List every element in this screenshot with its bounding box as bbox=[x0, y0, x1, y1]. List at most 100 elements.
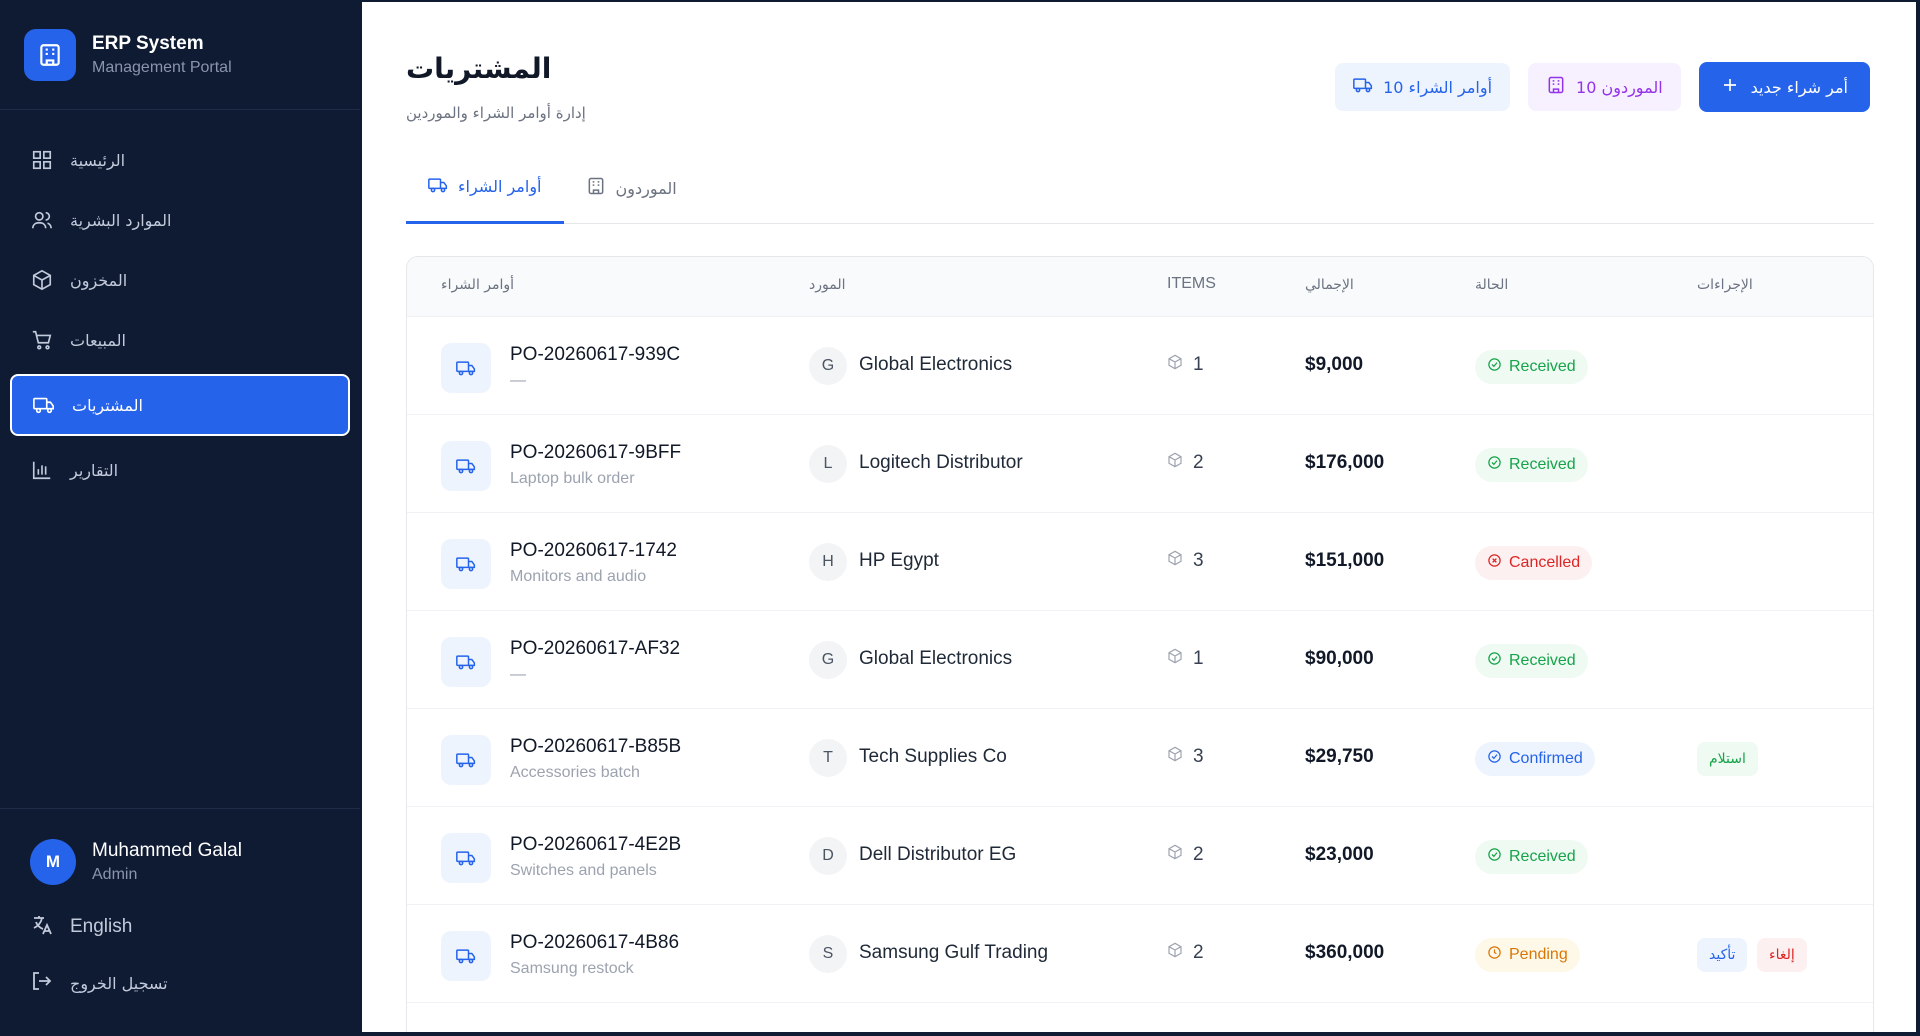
confirm-action-button[interactable]: تأكيد bbox=[1697, 938, 1748, 972]
column-header-status: الحالة bbox=[1475, 277, 1509, 293]
check-circle-icon bbox=[1487, 651, 1502, 671]
tab-label: أوامر الشراء bbox=[458, 177, 542, 196]
sidebar-item-reports[interactable]: التقارير bbox=[0, 440, 360, 500]
language-toggle[interactable]: English bbox=[0, 899, 360, 955]
plus-icon bbox=[1721, 76, 1739, 98]
status-label: Received bbox=[1509, 358, 1576, 375]
sidebar-nav: الرئيسية الموارد البشرية المخزون المبيعا… bbox=[0, 110, 360, 500]
language-label: English bbox=[70, 916, 133, 937]
po-number: PO-20260617-4E2B bbox=[510, 834, 682, 855]
items-count: 2 bbox=[1167, 452, 1204, 474]
supplier-avatar: G bbox=[809, 641, 847, 679]
items-value: 2 bbox=[1193, 844, 1204, 865]
sidebar-item-hr[interactable]: الموارد البشرية bbox=[0, 190, 360, 250]
status-badge: Received bbox=[1475, 644, 1588, 678]
po-number: PO-20260617-939C bbox=[510, 344, 681, 365]
po-count-label: أوامر الشراء 10 bbox=[1383, 77, 1493, 97]
sidebar-item-label: المشتريات bbox=[72, 395, 143, 415]
table-row[interactable]: PO-20260617-4B86 Samsung restock S Samsung … bbox=[407, 905, 1873, 1003]
po-number: PO-20260617-AF32 bbox=[510, 638, 681, 659]
status-badge: Cancelled bbox=[1475, 546, 1593, 580]
po-number: PO-20260617-4B86 bbox=[510, 932, 680, 953]
table-row[interactable]: PO-20260617-4E2B Switches and panels D Dell… bbox=[407, 807, 1873, 905]
items-value: 1 bbox=[1193, 648, 1204, 669]
supplier-avatar: L bbox=[809, 445, 847, 483]
items-count: 2 bbox=[1167, 844, 1204, 866]
page-title: المشتريات bbox=[406, 52, 552, 85]
sidebar-item-purchases[interactable]: المشتريات bbox=[10, 374, 350, 436]
sidebar-item-sales[interactable]: المبيعات bbox=[0, 310, 360, 370]
po-description: Switches and panels bbox=[510, 862, 657, 879]
column-header-supplier: المورد bbox=[809, 277, 846, 293]
status-label: Received bbox=[1509, 848, 1576, 865]
sidebar-item-label: الموارد البشرية bbox=[70, 210, 172, 230]
sidebar-item-inventory[interactable]: المخزون bbox=[0, 250, 360, 310]
new-purchase-order-button[interactable]: أمر شراء جديد bbox=[1698, 62, 1870, 112]
items-value: 1 bbox=[1193, 354, 1204, 375]
table-row[interactable]: PO-20260617-1742 Monitors and audio H HP Eg… bbox=[407, 513, 1873, 611]
cancel-action-button[interactable]: إلغاء bbox=[1757, 938, 1807, 972]
main-content: المشتريات إدارة أوامر الشراء والموردين أ… bbox=[362, 2, 1916, 1032]
truck-icon bbox=[32, 393, 56, 417]
table-header: أوامر الشراء المورد ITEMS الإجمالي الحال… bbox=[407, 257, 1873, 317]
check-circle-icon bbox=[1487, 847, 1502, 867]
items-value: 2 bbox=[1193, 452, 1204, 473]
order-total: $9,000 bbox=[1305, 354, 1364, 375]
receive-action-button[interactable]: استلام bbox=[1697, 742, 1758, 776]
brand-subtitle: Management Portal bbox=[92, 58, 232, 76]
tab-purchase-orders[interactable]: أوامر الشراء bbox=[406, 152, 564, 224]
po-description: Accessories batch bbox=[510, 764, 640, 781]
truck-icon bbox=[441, 931, 491, 981]
supplier-avatar: T bbox=[809, 739, 847, 777]
supplier-avatar: S bbox=[809, 935, 847, 973]
table-row[interactable]: PO-20260617-B85B Accessories batch T Tech S… bbox=[407, 709, 1873, 807]
order-total: $90,000 bbox=[1305, 648, 1374, 669]
supplier-name: HP Egypt bbox=[859, 550, 939, 571]
truck-icon bbox=[1353, 75, 1373, 99]
items-value: 3 bbox=[1193, 746, 1204, 767]
supplier-name: Global Electronics bbox=[859, 354, 1013, 375]
po-description: Monitors and audio bbox=[510, 568, 647, 585]
status-label: Cancelled bbox=[1509, 554, 1581, 571]
truck-icon bbox=[441, 343, 491, 393]
tab-suppliers[interactable]: الموردون bbox=[564, 152, 699, 224]
status-label: Pending bbox=[1509, 946, 1568, 963]
avatar: M bbox=[30, 839, 76, 885]
supplier-name: Dell Distributor EG bbox=[859, 844, 1017, 865]
truck-icon bbox=[441, 735, 491, 785]
supplier-name: Logitech Distributor bbox=[859, 452, 1023, 473]
new-po-label: أمر شراء جديد bbox=[1750, 77, 1848, 97]
table-row[interactable]: PO-20260617-AF32 — G Global Electronics 1 $90… bbox=[407, 611, 1873, 709]
truck-icon bbox=[441, 539, 491, 589]
supplier-count-chip: الموردون 10 bbox=[1528, 63, 1681, 111]
check-circle-icon bbox=[1487, 749, 1502, 769]
bar-chart-icon bbox=[30, 458, 54, 482]
tab-label: الموردون bbox=[615, 178, 677, 198]
order-total: $176,000 bbox=[1305, 452, 1385, 473]
supplier-avatar: D bbox=[809, 837, 847, 875]
box-icon bbox=[1167, 452, 1183, 474]
po-description: — bbox=[510, 666, 526, 683]
sidebar: ERP System Management Portal الرئيسية ال… bbox=[0, 0, 360, 1036]
status-badge: Received bbox=[1475, 840, 1588, 874]
column-header-items: ITEMS bbox=[1167, 275, 1216, 292]
supplier-name: Tech Supplies Co bbox=[859, 746, 1007, 767]
user-profile[interactable]: M Muhammed Galal Admin bbox=[0, 809, 360, 885]
po-description: Samsung restock bbox=[510, 960, 634, 977]
box-icon bbox=[1167, 550, 1183, 572]
table-row[interactable]: PO-20260617-9BFF Laptop bulk order L Logite… bbox=[407, 415, 1873, 513]
logout-button[interactable]: تسجيل الخروج bbox=[0, 955, 360, 1011]
supplier-name: Global Electronics bbox=[859, 648, 1013, 669]
sidebar-item-home[interactable]: الرئيسية bbox=[0, 130, 360, 190]
clock-icon bbox=[1487, 945, 1502, 965]
items-count: 1 bbox=[1167, 648, 1204, 670]
order-total: $360,000 bbox=[1305, 942, 1385, 963]
status-badge: Received bbox=[1475, 350, 1588, 384]
po-number: PO-20260617-9BFF bbox=[510, 442, 682, 463]
sidebar-footer: M Muhammed Galal Admin English تسجيل الخ… bbox=[0, 808, 360, 1036]
column-header-total: الإجمالي bbox=[1305, 277, 1354, 293]
logout-icon bbox=[30, 969, 54, 998]
users-icon bbox=[30, 208, 54, 232]
table-row[interactable]: PO-20260617-939C — G Global Electronics 1 $9,… bbox=[407, 317, 1873, 415]
building-icon bbox=[24, 28, 76, 81]
